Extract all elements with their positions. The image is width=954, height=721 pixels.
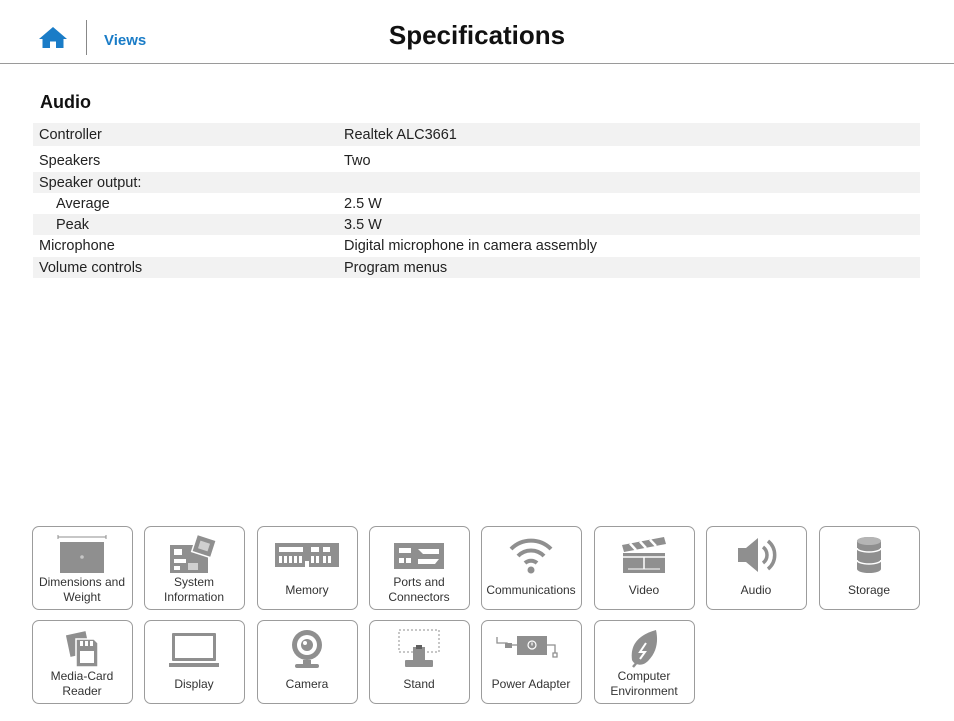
tile-label: Media-Card Reader [50,669,114,698]
spec-key: Peak [56,216,90,233]
tile-ports-and-connectors[interactable]: Ports and Connectors [369,526,470,610]
spec-key: Controller [39,126,102,143]
tile-label: Video [628,582,660,597]
spec-value: Two [344,153,371,169]
speaker-icon [738,538,777,572]
tile-dimensions-and-weight[interactable]: Dimensions and Weight [32,526,133,610]
wifi-icon [509,538,553,574]
spec-key: Microphone [39,238,115,254]
tile-video[interactable]: Video [594,526,695,610]
media-card-icon [65,631,99,668]
spec-value: 2.5 W [344,195,382,212]
tile-stand[interactable]: Stand [369,620,470,704]
spec-row-peak: Peak 3.5 W [33,214,920,235]
tile-label: Display [174,676,214,691]
tile-storage[interactable]: Storage [819,526,920,610]
tile-label: Storage [847,582,891,597]
section-title: Audio [40,92,91,112]
leaf-icon [631,630,658,668]
spec-value: Realtek ALC3661 [344,126,457,143]
tile-label: Audio [740,582,772,597]
stand-icon [398,629,440,667]
tile-label: Stand [403,676,435,691]
dimensions-icon [57,535,107,573]
tile-communications[interactable]: Communications [481,526,582,610]
tile-label: Memory [285,582,329,597]
memory-icon [275,543,339,567]
tile-label: System Information [163,575,225,604]
spec-key: Speakers [39,153,101,169]
tile-label: Power Adapter [491,676,571,691]
tile-power-adapter[interactable]: Power Adapter [481,620,582,704]
tile-label: Ports and Connectors [388,575,450,604]
spec-row-controller: Controller Realtek ALC3661 [33,123,920,146]
spec-row-volume-controls: Volume controls Program menus [33,257,920,278]
display-icon [169,633,219,667]
tile-label: Camera [285,676,329,691]
spec-value: Digital microphone in camera assembly [344,238,598,254]
header-bar: Views Specifications [0,0,954,64]
tile-memory[interactable]: Memory [257,526,358,610]
spec-row-speakers: Speakers Two [33,146,920,172]
tile-audio[interactable]: Audio [706,526,807,610]
camera-icon [292,630,322,668]
ports-icon [394,543,444,569]
power-adapter-icon [496,636,558,658]
spec-key: Average [56,195,110,212]
spec-key: Volume controls [39,259,143,276]
spec-row-speaker-output: Speaker output: [33,172,920,193]
tile-label: Computer Environment [610,669,678,698]
tile-camera[interactable]: Camera [257,620,358,704]
tile-system-information[interactable]: System Information [144,526,245,610]
system-board-icon [170,533,218,573]
tile-label: Dimensions and Weight [38,575,126,604]
tile-media-card-reader[interactable]: Media-Card Reader [32,620,133,704]
spec-table: Controller Realtek ALC3661 Speakers Two … [33,123,920,278]
tile-display[interactable]: Display [144,620,245,704]
spec-key: Speaker output: [39,174,142,191]
tile-label: Communications [486,582,576,597]
page-title: Specifications [388,20,566,50]
spec-row-microphone: Microphone Digital microphone in camera … [33,235,920,257]
clapperboard-icon [622,537,666,573]
spec-row-average: Average 2.5 W [33,193,920,214]
spec-value: Program menus [344,259,448,276]
tile-computer-environment[interactable]: Computer Environment [594,620,695,704]
storage-icon [856,537,882,573]
spec-value: 3.5 W [344,216,382,233]
